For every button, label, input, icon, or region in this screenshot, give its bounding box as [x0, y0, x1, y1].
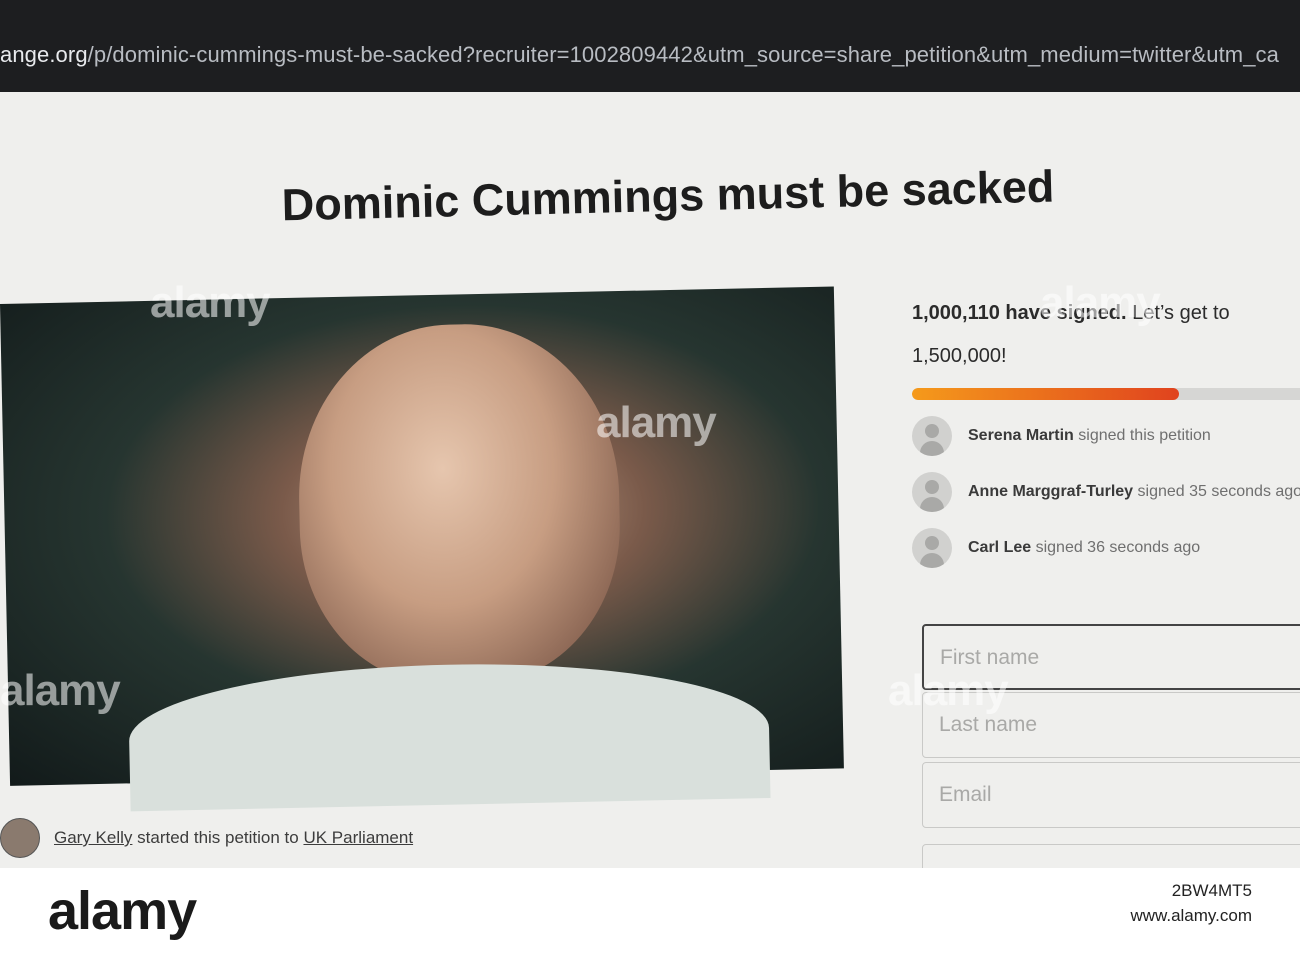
creator-avatar[interactable] — [0, 818, 40, 858]
petition-byline: Gary Kelly started this petition to UK P… — [0, 818, 413, 858]
site-url: www.alamy.com — [1130, 906, 1252, 925]
signer-action: signed 36 seconds ago — [1031, 539, 1201, 556]
watermark-logo: alamy — [48, 881, 197, 941]
user-avatar-icon — [912, 472, 952, 512]
signer-name: Serena Martin — [968, 427, 1074, 444]
image-id-block: 2BW4MT5 www.alamy.com — [1130, 878, 1252, 928]
screen: ange.org/p/dominic-cummings-must-be-sack… — [0, 0, 1300, 868]
petition-photo — [0, 286, 844, 812]
signer-item: Carl Lee signed 36 seconds ago — [912, 528, 1300, 568]
signer-name: Carl Lee — [968, 539, 1032, 556]
signer-action: signed this petition — [1073, 427, 1211, 444]
signer-text: Anne Marggraf-Turley signed 35 seconds a… — [968, 483, 1300, 501]
watermark-text: alamy — [888, 666, 1009, 715]
watermark-text: alamy — [1040, 278, 1161, 327]
watermark-text: alamy — [596, 398, 717, 447]
signer-item: Anne Marggraf-Turley signed 35 seconds a… — [912, 472, 1300, 512]
byline-middle: started this petition to — [132, 828, 304, 847]
progress-bar — [912, 388, 1300, 400]
signer-text: Serena Martin signed this petition — [968, 427, 1211, 445]
signature-sidebar: 1,000,110 have signed. Let’s get to 1,50… — [912, 292, 1300, 568]
signer-action: signed 35 seconds ago — [1133, 483, 1300, 500]
photo-subject-face — [295, 321, 624, 688]
url-path: /p/dominic-cummings-must-be-sacked?recru… — [87, 42, 1279, 67]
user-avatar-icon — [912, 528, 952, 568]
progress-fill — [912, 388, 1179, 400]
watermark-text: alamy — [0, 666, 121, 715]
watermark-footer: alamy 2BW4MT5 www.alamy.com — [0, 868, 1300, 956]
photo-subject-shirt — [127, 658, 771, 812]
byline-text: Gary Kelly started this petition to UK P… — [54, 828, 413, 848]
image-id: 2BW4MT5 — [1171, 881, 1252, 900]
signer-name: Anne Marggraf-Turley — [968, 483, 1134, 500]
petition-title: Dominic Cummings must be sacked — [281, 160, 1055, 231]
watermark-text: alamy — [150, 278, 271, 327]
url-text[interactable]: ange.org/p/dominic-cummings-must-be-sack… — [0, 42, 1279, 68]
signer-text: Carl Lee signed 36 seconds ago — [968, 539, 1200, 557]
signer-item: Serena Martin signed this petition — [912, 416, 1300, 456]
user-avatar-icon — [912, 416, 952, 456]
target-link[interactable]: UK Parliament — [303, 828, 413, 847]
petition-page: Dominic Cummings must be sacked Gary Kel… — [0, 92, 1300, 868]
browser-address-bar[interactable]: ange.org/p/dominic-cummings-must-be-sack… — [0, 0, 1300, 92]
next-form-field[interactable] — [922, 844, 1300, 868]
creator-link[interactable]: Gary Kelly — [54, 828, 132, 847]
email-field[interactable]: Email — [922, 762, 1300, 828]
url-domain: ange.org — [0, 42, 88, 67]
